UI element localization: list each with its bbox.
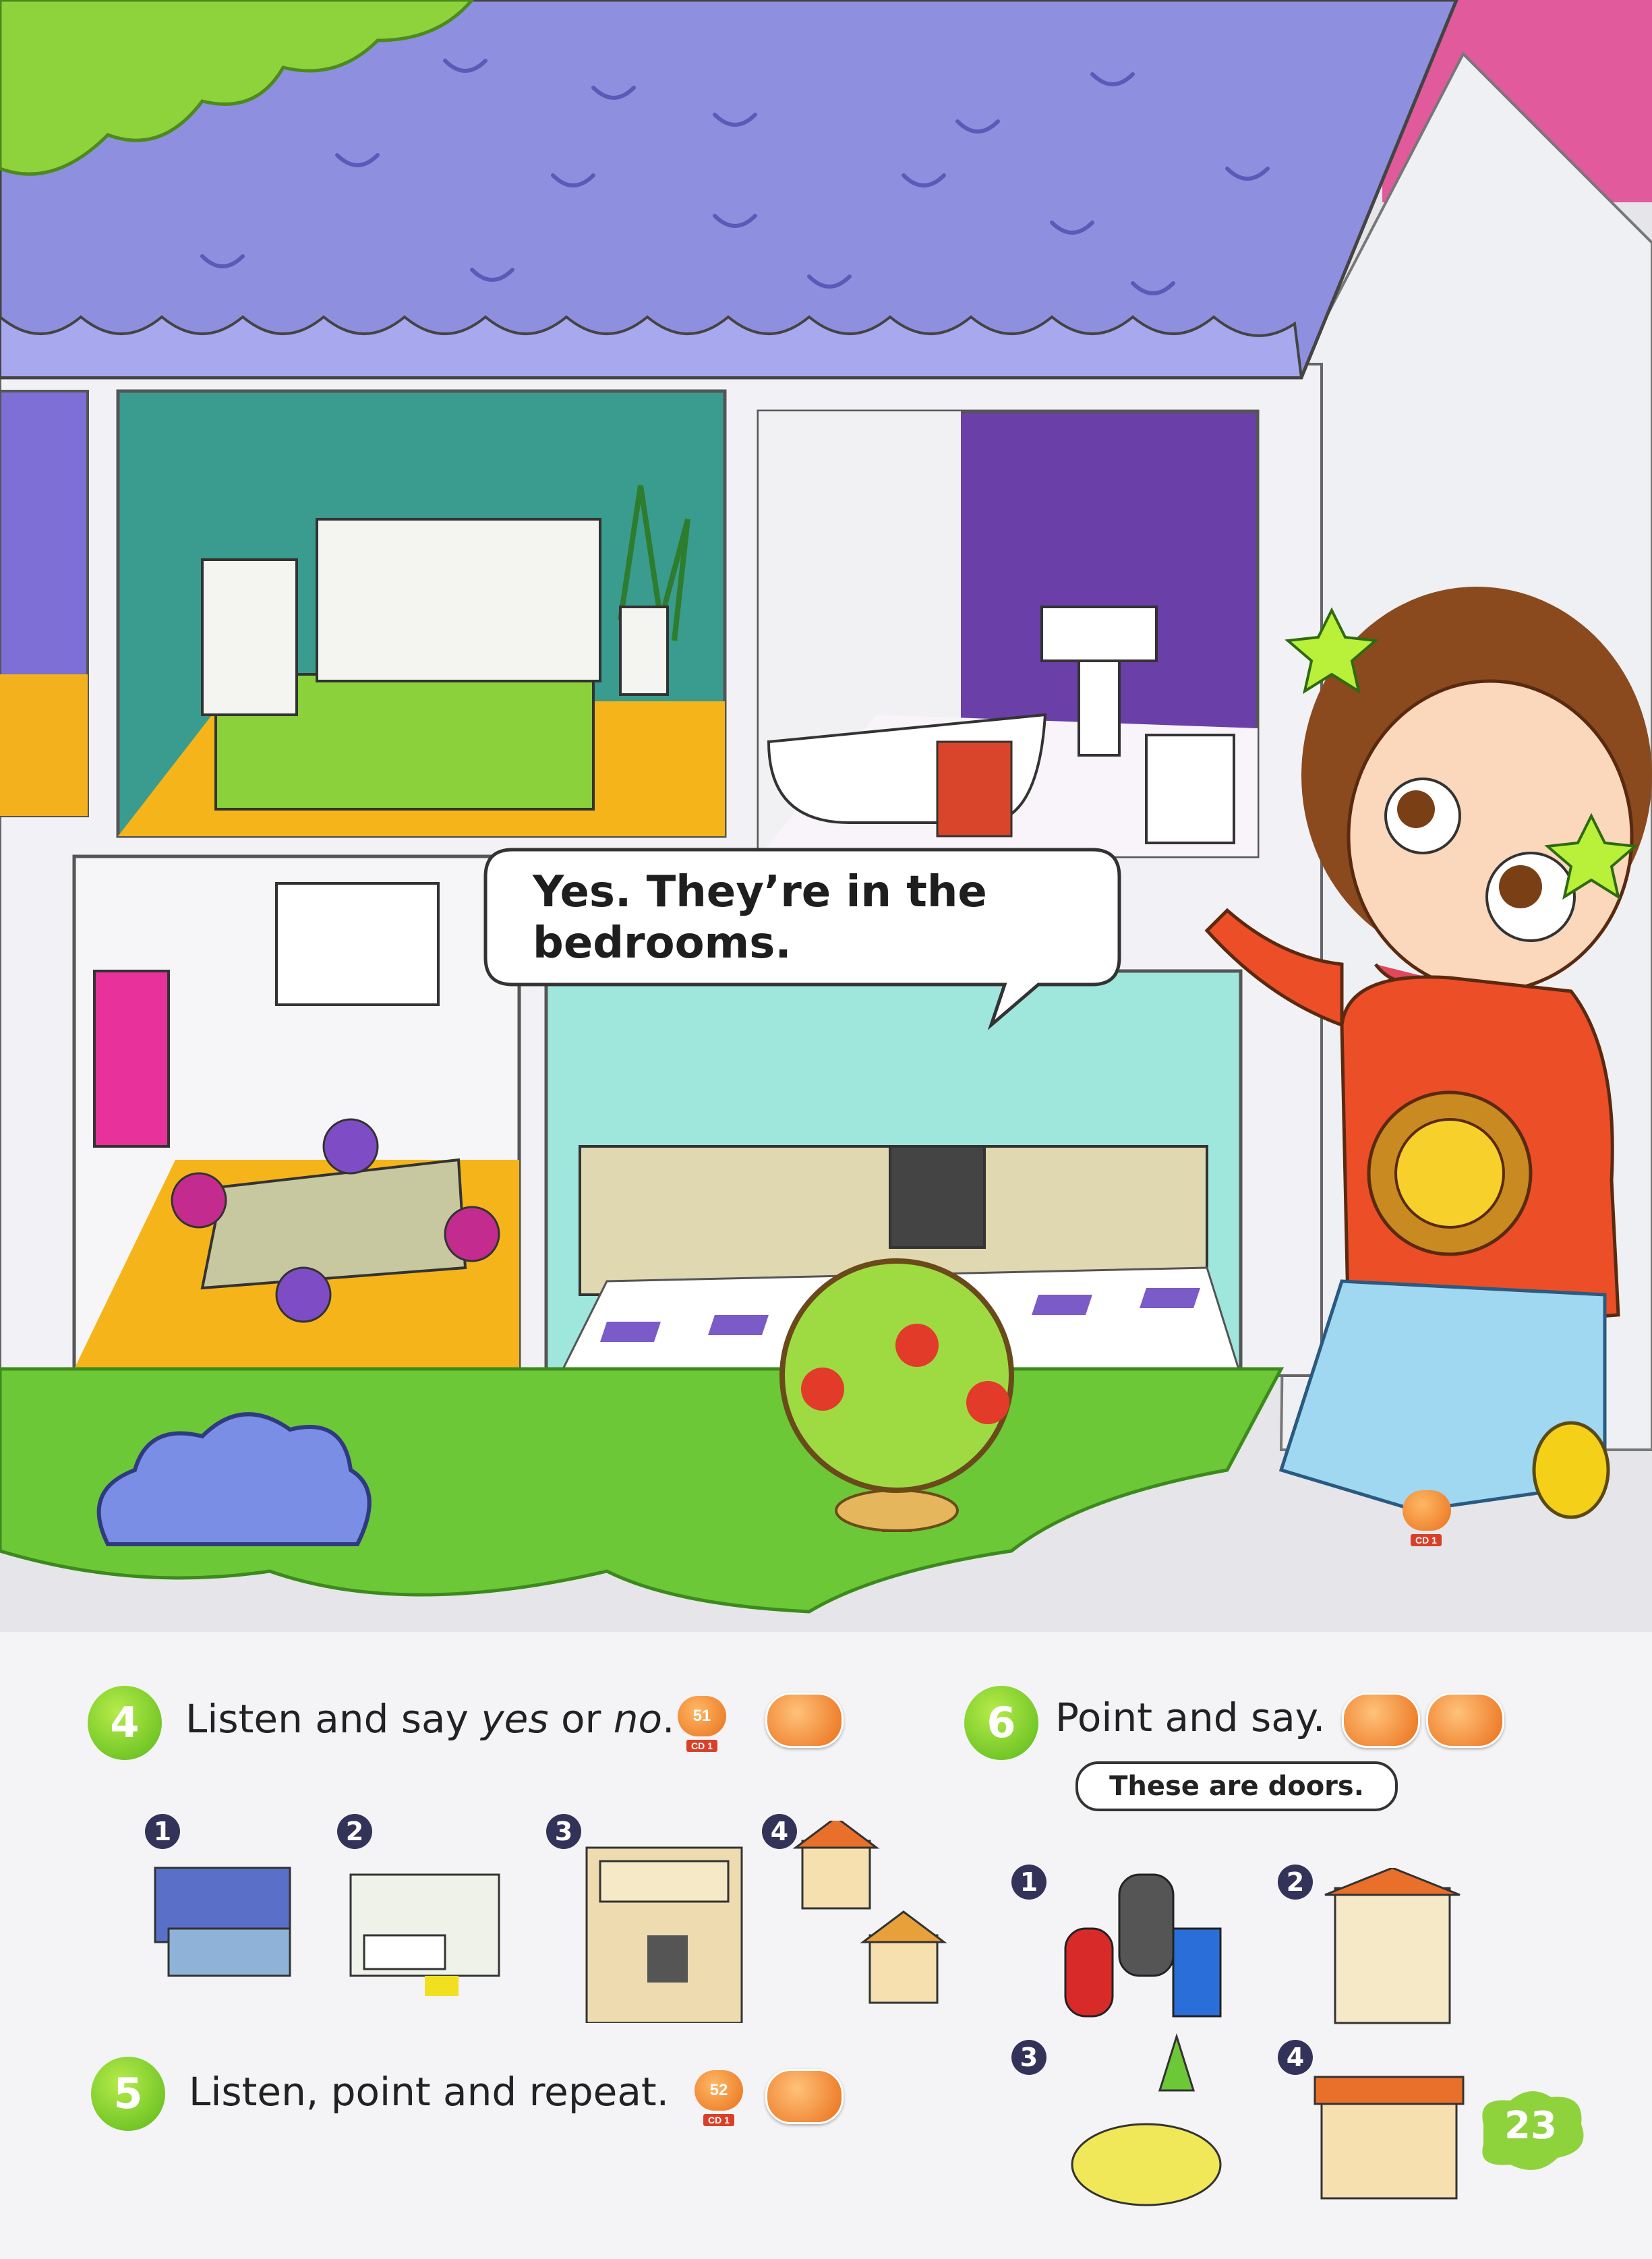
exercise-4-text-or: or [548, 1696, 614, 1742]
exercise-5-audio-disc: CD 1 [703, 2114, 734, 2126]
speech-bubble-line-2: bedrooms. [533, 918, 792, 968]
exercise-5-badge: 5 [91, 2057, 165, 2131]
exercise-5-point-icon[interactable] [765, 2069, 844, 2124]
exercise-6-badge: 6 [964, 1686, 1038, 1760]
exercise-6-pictures [1064, 1868, 1465, 2206]
exercise-4-text-before: Listen and say [185, 1696, 481, 1742]
exercise-4-badge: 4 [88, 1686, 162, 1760]
exercise-4-text-no: no [613, 1696, 663, 1742]
audio-disc-tag: CD 1 [1411, 1534, 1442, 1546]
exercise-6-instruction: Point and say. [1055, 1695, 1326, 1740]
page-number: 23 [1504, 2104, 1557, 2148]
exercise-4-audio-disc: CD 1 [686, 1740, 717, 1752]
exercise-4-text-yes: yes [481, 1696, 549, 1742]
exercise-6-item-1-number: 1 [1011, 1865, 1046, 1900]
exercise-6-bubble-text: These are doors. [1109, 1771, 1364, 1802]
speech-bubble-line-1: Yes. They’re in the [533, 867, 987, 917]
exercise-5-audio-icon[interactable]: 52 [695, 2070, 743, 2111]
speech-bubble: Yes. They’re in the bedrooms. [533, 867, 1113, 969]
exercise-4-instruction: Listen and say yes or no. [185, 1696, 674, 1742]
exercise-4-speak-icon[interactable] [765, 1693, 844, 1748]
exercise-4-audio-icon[interactable]: 51 [678, 1696, 726, 1736]
exercise-6-point-icon[interactable] [1342, 1693, 1420, 1748]
audio-track-icon[interactable] [1403, 1490, 1451, 1531]
exercise-6-bubble: These are doors. [1075, 1761, 1398, 1811]
exercise-4-text-end: . [662, 1696, 675, 1742]
exercise-6-speak-icon[interactable] [1426, 1693, 1504, 1748]
exercise-6-item-3-number: 3 [1011, 2040, 1046, 2075]
exercise-4-pictures [154, 1821, 947, 2023]
house-scene-illustration [0, 0, 1652, 1632]
exercise-5-instruction: Listen, point and repeat. [189, 2069, 670, 2115]
